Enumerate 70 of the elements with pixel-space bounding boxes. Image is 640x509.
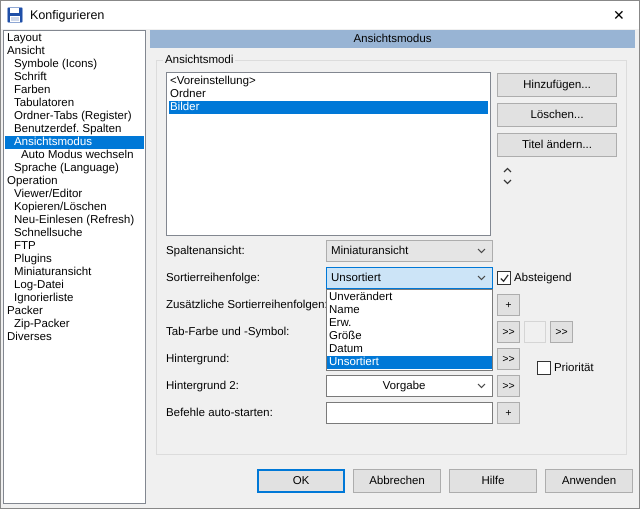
action-button[interactable]: Hinzufügen...: [497, 73, 617, 97]
window-title: Konfigurieren: [30, 8, 106, 22]
small-button[interactable]: >>: [550, 321, 573, 343]
color-swatch[interactable]: [524, 321, 546, 343]
dropdown-option[interactable]: Name: [327, 304, 492, 317]
checkbox[interactable]: [497, 271, 511, 285]
section-header: Ansichtsmodus: [150, 30, 635, 48]
tree-item[interactable]: Sprache (Language): [5, 162, 144, 175]
tree-item[interactable]: Packer: [5, 305, 144, 318]
close-button[interactable]: ✕: [605, 7, 633, 23]
dropdown[interactable]: Vorgabe: [326, 375, 493, 397]
checkbox-label: Priorität: [554, 362, 594, 374]
small-button[interactable]: >>: [497, 321, 520, 343]
list-item[interactable]: <Voreinstellung>: [169, 75, 488, 88]
dropdown-option[interactable]: Datum: [327, 343, 492, 356]
tree-item[interactable]: Neu-Einlesen (Refresh): [5, 214, 144, 227]
tree-item[interactable]: Ansicht: [5, 45, 144, 58]
tree-item[interactable]: Symbole (Icons): [5, 58, 144, 71]
dropdown[interactable]: Unsortiert: [326, 267, 493, 289]
tree-item[interactable]: FTP: [5, 240, 144, 253]
group-title: Ansichtsmodi: [163, 54, 236, 66]
dropdown-option[interactable]: Unsortiert: [327, 356, 492, 369]
tree-item[interactable]: Auto Modus wechseln: [5, 149, 144, 162]
list-item[interactable]: Bilder: [169, 101, 488, 114]
small-button[interactable]: >>: [497, 375, 520, 397]
field-label: Tab-Farbe und -Symbol:: [166, 326, 290, 338]
tree-item[interactable]: Schnellsuche: [5, 227, 144, 240]
action-button[interactable]: Löschen...: [497, 103, 617, 127]
dropdown-option[interactable]: Größe: [327, 330, 492, 343]
move-down-icon[interactable]: [503, 179, 512, 185]
tree-item[interactable]: Miniaturansicht: [5, 266, 144, 279]
dialog-button[interactable]: Anwenden: [545, 469, 633, 493]
dropdown-option[interactable]: Erw.: [327, 317, 492, 330]
tree-item[interactable]: Ordner-Tabs (Register): [5, 110, 144, 123]
checkbox-label: Absteigend: [514, 272, 572, 284]
tree-item[interactable]: Ansichtsmodus: [5, 136, 144, 149]
chevron-down-icon: [477, 248, 486, 254]
move-up-icon[interactable]: [503, 167, 512, 173]
tree-item[interactable]: Tabulatoren: [5, 97, 144, 110]
dialog-button[interactable]: OK: [257, 469, 345, 493]
field-label: Hintergrund:: [166, 353, 230, 365]
tree-item[interactable]: Farben: [5, 84, 144, 97]
tree-item[interactable]: Zip-Packer: [5, 318, 144, 331]
small-button[interactable]: >>: [497, 348, 520, 370]
list-item[interactable]: Ordner: [169, 88, 488, 101]
tree-item[interactable]: Ignorierliste: [5, 292, 144, 305]
small-button[interactable]: +: [497, 402, 520, 424]
field-label: Spaltenansicht:: [166, 245, 246, 257]
chevron-down-icon: [477, 275, 486, 281]
field-label: Sortierreihenfolge:: [166, 272, 261, 284]
tree-item[interactable]: Log-Datei: [5, 279, 144, 292]
tree-item[interactable]: Operation: [5, 175, 144, 188]
chevron-down-icon: [477, 383, 486, 389]
tree-item[interactable]: Benutzerdef. Spalten: [5, 123, 144, 136]
tree-item[interactable]: Diverses: [5, 331, 144, 344]
dropdown[interactable]: Miniaturansicht: [326, 240, 493, 262]
tree-item[interactable]: Layout: [5, 32, 144, 45]
action-button[interactable]: Titel ändern...: [497, 133, 617, 157]
dialog-button[interactable]: Abbrechen: [353, 469, 441, 493]
dialog-button[interactable]: Hilfe: [449, 469, 537, 493]
tree-item[interactable]: Viewer/Editor: [5, 188, 144, 201]
tree-item[interactable]: Plugins: [5, 253, 144, 266]
tree-item[interactable]: Kopieren/Löschen: [5, 201, 144, 214]
small-button[interactable]: +: [497, 294, 520, 316]
field-label: Hintergrund 2:: [166, 380, 240, 392]
dropdown-option[interactable]: Unverändert: [327, 291, 492, 304]
input-field[interactable]: [326, 402, 493, 424]
tree-item[interactable]: Schrift: [5, 71, 144, 84]
checkbox[interactable]: [537, 361, 551, 375]
field-label: Befehle auto-starten:: [166, 407, 274, 419]
